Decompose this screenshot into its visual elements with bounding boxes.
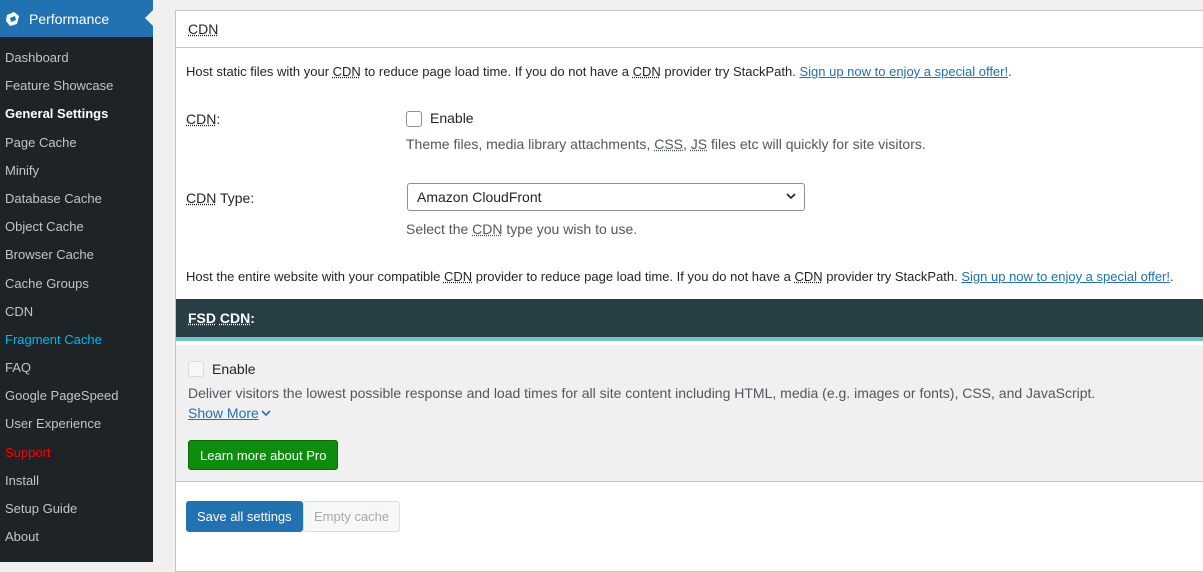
- performance-submenu: Dashboard Feature Showcase General Setti…: [0, 37, 153, 551]
- sidebar-item-browser-cache[interactable]: Browser Cache: [0, 241, 153, 269]
- sidebar-item-general-settings[interactable]: General Settings: [0, 100, 153, 128]
- learn-more-pro-button[interactable]: Learn more about Pro: [188, 440, 339, 470]
- chevron-down-icon: [786, 193, 796, 200]
- cdn-type-value: Amazon CloudFront: [417, 189, 542, 205]
- sidebar-item-fragment-cache[interactable]: Fragment Cache: [0, 326, 153, 354]
- save-all-settings-button[interactable]: Save all settings: [186, 501, 303, 532]
- cdn-intro-text: Host static files with your CDN to reduc…: [186, 64, 1012, 79]
- current-menu-arrow: [145, 10, 153, 26]
- fsd-cdn-header: FSD CDN:: [176, 299, 1203, 341]
- sidebar-item-page-cache[interactable]: Page Cache: [0, 129, 153, 157]
- admin-sidebar: Performance Dashboard Feature Showcase G…: [0, 0, 153, 562]
- cdn-type-hint: Select the CDN type you wish to use.: [406, 221, 638, 237]
- performance-menu-title: Performance: [29, 10, 110, 27]
- cdn-enable-toggle[interactable]: Enable: [406, 110, 474, 128]
- fsd-enable-label: Enable: [212, 361, 256, 377]
- sidebar-item-cdn[interactable]: CDN: [0, 298, 153, 326]
- sidebar-item-cache-groups[interactable]: Cache Groups: [0, 270, 153, 298]
- sidebar-item-setup-guide[interactable]: Setup Guide: [0, 495, 153, 523]
- cdn-enable-hint: Theme files, media library attachments, …: [406, 136, 926, 152]
- sidebar-item-faq[interactable]: FAQ: [0, 354, 153, 382]
- fsd-intro-text: Host the entire website with your compat…: [186, 269, 1174, 284]
- cdn-type-label: CDN Type:: [186, 190, 255, 206]
- performance-menu-header[interactable]: Performance: [0, 0, 153, 37]
- cdn-field-label: CDN:: [186, 111, 221, 127]
- chevron-down-icon: [261, 410, 271, 417]
- cdn-type-select[interactable]: Amazon CloudFront: [407, 183, 805, 211]
- cdn-enable-checkbox[interactable]: [406, 111, 422, 128]
- cdn-box-title: CDN: [188, 21, 219, 37]
- empty-cache-button[interactable]: Empty cache: [303, 501, 401, 532]
- fsd-description: Deliver visitors the lowest possible res…: [188, 385, 1096, 401]
- sidebar-item-minify[interactable]: Minify: [0, 157, 153, 185]
- stackpath-signup-link[interactable]: Sign up now to enjoy a special offer!: [799, 64, 1008, 79]
- sidebar-item-support[interactable]: Support: [0, 439, 153, 467]
- sidebar-item-database-cache[interactable]: Database Cache: [0, 185, 153, 213]
- cdn-enable-label: Enable: [430, 110, 474, 126]
- show-more-link[interactable]: Show More: [188, 405, 271, 421]
- performance-logo-icon: [6, 11, 19, 26]
- sidebar-item-dashboard[interactable]: Dashboard: [0, 44, 153, 72]
- sidebar-item-install[interactable]: Install: [0, 467, 153, 495]
- fsd-enable-checkbox[interactable]: [188, 361, 204, 377]
- fsd-cdn-panel: Enable Deliver visitors the lowest possi…: [176, 345, 1203, 482]
- sidebar-item-google-pagespeed[interactable]: Google PageSpeed: [0, 382, 153, 410]
- sidebar-item-about[interactable]: About: [0, 523, 153, 551]
- sidebar-item-object-cache[interactable]: Object Cache: [0, 213, 153, 241]
- sidebar-item-feature-showcase[interactable]: Feature Showcase: [0, 72, 153, 100]
- sidebar-item-user-experience[interactable]: User Experience: [0, 410, 153, 438]
- cdn-settings-box: CDN Host static files with your CDN to r…: [175, 10, 1203, 572]
- stackpath-signup-link-2[interactable]: Sign up now to enjoy a special offer!: [961, 269, 1170, 284]
- cdn-box-header: CDN: [176, 11, 1203, 48]
